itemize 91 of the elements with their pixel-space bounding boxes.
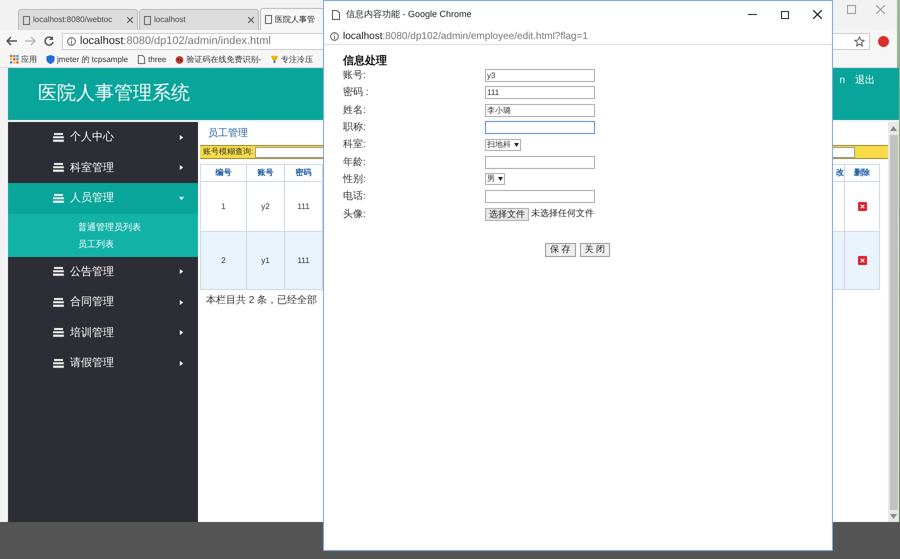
field-label: 头像:: [343, 208, 367, 222]
page-icon: [23, 16, 30, 24]
shield-icon: [46, 55, 55, 64]
table-cell: y2: [247, 182, 285, 232]
field-label: 密码 :: [343, 86, 370, 100]
close-tab-icon[interactable]: [127, 17, 133, 23]
stack-icon: [53, 358, 64, 368]
ladybug-icon: [175, 55, 184, 64]
dropdown-arrow-icon: [514, 142, 519, 147]
input-field[interactable]: [485, 190, 595, 204]
input-field[interactable]: 111: [485, 86, 595, 100]
page-icon: [137, 55, 146, 64]
table-cell: 111: [285, 182, 323, 232]
table-cell: y1: [247, 232, 285, 290]
back-icon[interactable]: [6, 36, 17, 46]
field-label: 年龄:: [343, 156, 367, 170]
dropdown-arrow-icon: [498, 177, 503, 182]
field-label: 账号:: [343, 68, 367, 84]
caret-icon: [179, 134, 184, 140]
field-label: 电话:: [343, 190, 367, 204]
form-button[interactable]: 关 闭: [580, 242, 610, 257]
stack-icon: [53, 328, 64, 338]
page-icon: [265, 15, 272, 24]
scroll-down-icon[interactable]: [890, 514, 897, 519]
stack-icon: [53, 132, 64, 142]
info-icon: [67, 36, 76, 46]
input-field[interactable]: 李小璐: [485, 104, 595, 117]
caret-icon: [179, 330, 184, 336]
url-text: localhost:8080/dp102/admin/employee/edit.html?flag=1: [343, 30, 588, 44]
summary-text: 本栏目共 2 条，已经全部: [205, 294, 318, 308]
trophy-icon: [270, 55, 280, 64]
column-header: 删除: [845, 165, 880, 182]
search-label: 账号模糊查询:: [203, 146, 254, 158]
tab-title: 医院人事管: [275, 14, 316, 26]
star-icon[interactable]: [854, 36, 865, 46]
stack-icon: [53, 194, 64, 203]
input-field[interactable]: y3: [485, 69, 595, 82]
field-label: 性别:: [343, 172, 367, 187]
breadcrumb: 员工管理: [208, 127, 248, 141]
bookmark-link[interactable]: jmeter 的 tcpsample: [57, 54, 128, 66]
tab-title: localhost:8080/webtoc: [33, 14, 114, 26]
form-heading: 信息处理: [343, 54, 388, 67]
window-title: 信息内容功能 - Google Chrome: [346, 8, 472, 21]
stack-icon: [53, 163, 64, 172]
app-title: 医院人事管理系统: [38, 82, 190, 106]
column-header: 账号: [247, 165, 285, 182]
bookmark-link[interactable]: three: [148, 54, 166, 66]
browser-tab[interactable]: localhost: [139, 9, 259, 30]
choose-file-button[interactable]: 选择文件: [485, 208, 529, 221]
table-cell: 1: [201, 182, 247, 232]
input-field[interactable]: [485, 156, 595, 169]
bookmark-link[interactable]: 专注冷压: [281, 54, 314, 66]
caret-icon: [179, 165, 184, 170]
file-status-text: 未选择任何文件: [531, 207, 594, 220]
input-field[interactable]: [485, 121, 595, 134]
reload-icon[interactable]: [44, 36, 54, 46]
page-icon: [332, 10, 340, 20]
stack-icon: [53, 267, 64, 276]
field-label: 科室:: [343, 138, 367, 152]
form-button[interactable]: 保 存: [545, 242, 576, 257]
bookmark-link[interactable]: 验证码在线免费识别-: [186, 54, 262, 66]
maximize-icon[interactable]: [781, 10, 789, 18]
caret-icon: [179, 269, 184, 274]
url-text: localhost:8080/dp102/admin/index.html: [80, 34, 271, 49]
delete-icon[interactable]: [858, 256, 866, 265]
column-header: 密码: [285, 165, 323, 182]
select-field[interactable]: 扫地科: [485, 138, 521, 151]
browser-tab[interactable]: localhost:8080/webtoc: [18, 9, 138, 30]
bookmark-link[interactable]: 应用: [21, 54, 37, 66]
caret-icon: [179, 196, 184, 201]
column-header: 改: [832, 165, 845, 182]
table-cell: 111: [285, 232, 323, 290]
scroll-thumb[interactable]: [890, 135, 898, 510]
browser-tab[interactable]: 医院人事管: [260, 8, 326, 30]
field-label: 职称:: [343, 121, 367, 136]
apps-icon: [10, 55, 19, 64]
table-cell: 2: [201, 232, 247, 290]
stack-icon: [53, 298, 64, 307]
scroll-up-icon[interactable]: [890, 126, 897, 131]
info-icon: [330, 32, 339, 40]
caret-icon: [179, 360, 184, 366]
caret-icon: [179, 300, 184, 305]
column-header: 编号: [201, 165, 247, 182]
close-icon[interactable]: [813, 10, 822, 19]
page-icon: [144, 16, 151, 24]
delete-icon[interactable]: [858, 202, 866, 211]
field-label: 姓名:: [343, 104, 367, 118]
close-tab-icon[interactable]: [248, 17, 254, 23]
tab-title: localhost: [154, 14, 187, 26]
select-field[interactable]: 男: [485, 173, 505, 186]
extension-icon[interactable]: [878, 36, 889, 46]
